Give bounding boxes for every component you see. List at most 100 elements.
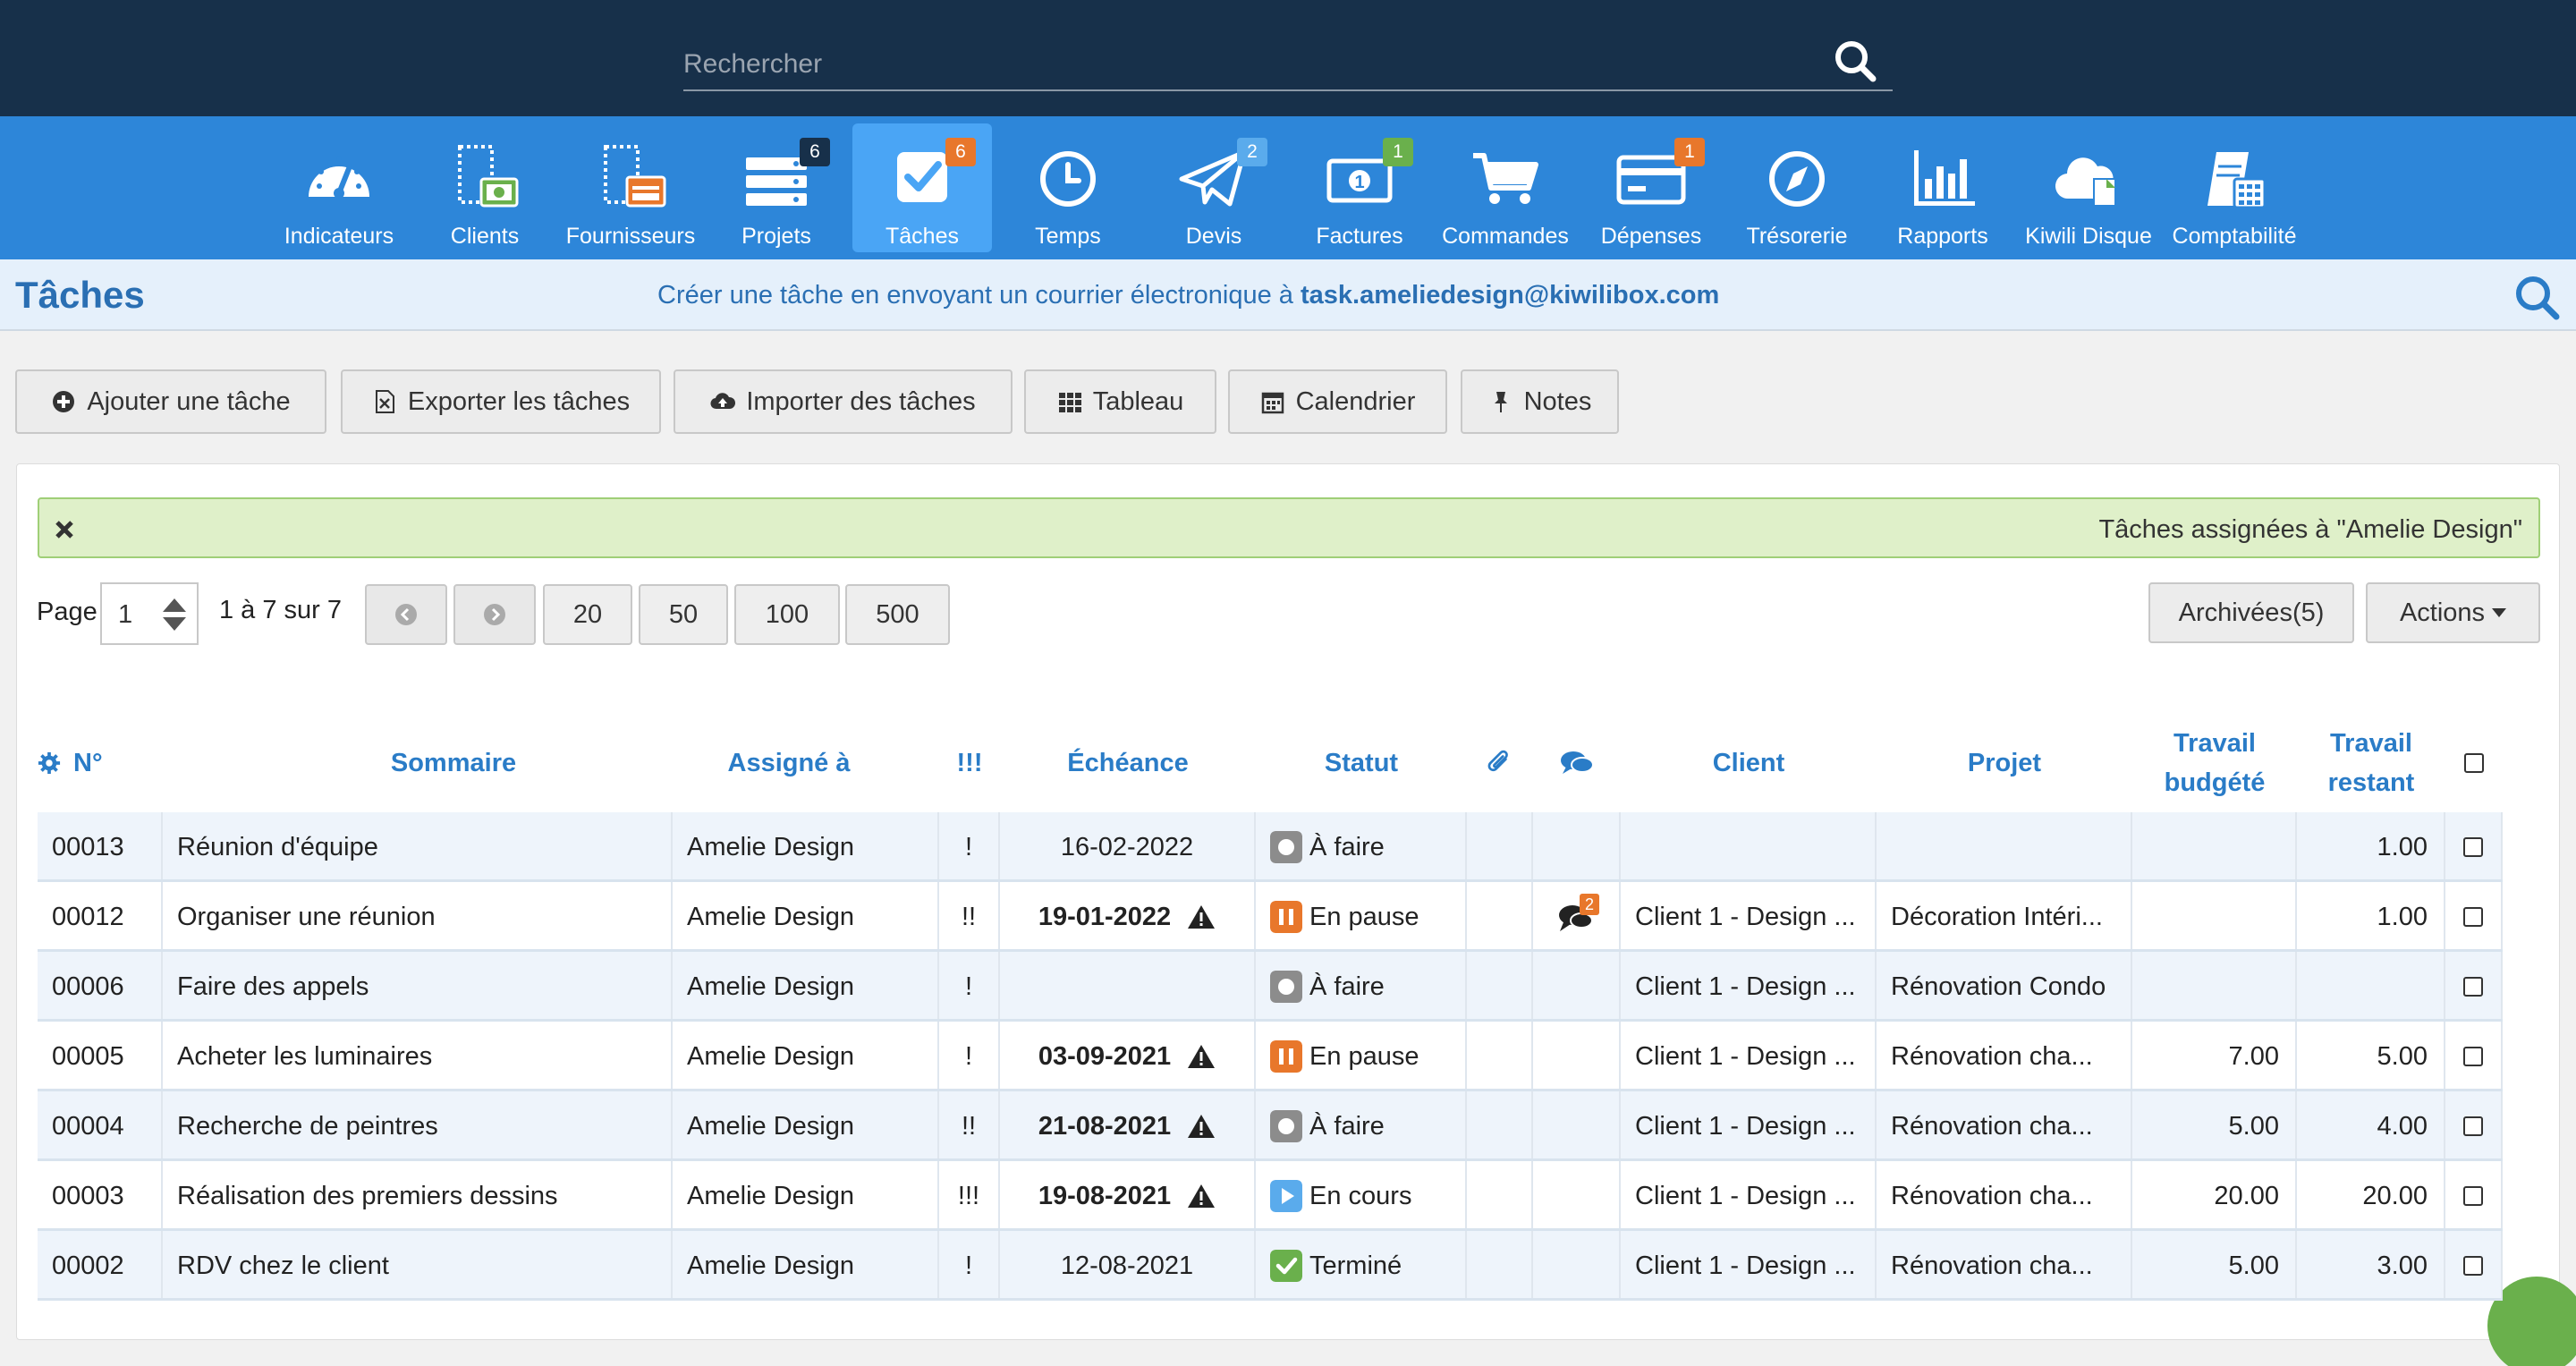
svg-text:1: 1: [1354, 173, 1364, 192]
cell-select[interactable]: [2445, 882, 2503, 952]
cell-assigned: Amelie Design: [673, 882, 939, 952]
calendar-view-button[interactable]: Calendrier: [1228, 369, 1447, 434]
row-checkbox[interactable]: [2463, 1256, 2483, 1276]
nav-item-quotes[interactable]: 2 Devis: [1144, 123, 1284, 252]
next-page-button[interactable]: [453, 584, 536, 645]
cell-summary[interactable]: Réunion d'équipe: [163, 812, 673, 882]
header-remaining-work-line1: Travail: [2330, 729, 2412, 758]
header-attachments[interactable]: [1467, 716, 1533, 810]
header-budgeted-work[interactable]: Travail budgété: [2132, 716, 2297, 810]
cell-select[interactable]: [2445, 1022, 2503, 1091]
email-hint-text: Créer une tâche en envoyant un courrier …: [657, 281, 1301, 310]
board-view-button[interactable]: Tableau: [1024, 369, 1216, 434]
cell-priority: !: [939, 1231, 1000, 1301]
archived-button[interactable]: Archivées(5): [2148, 582, 2354, 643]
cell-select[interactable]: [2445, 1091, 2503, 1161]
header-status[interactable]: Statut: [1256, 716, 1467, 810]
add-task-button[interactable]: Ajouter une tâche: [15, 369, 326, 434]
nav-item-projects[interactable]: 6 Projets: [707, 123, 846, 252]
task-email-address: task.ameliedesign@kiwilibox.com: [1301, 281, 1720, 310]
stepper-arrows-icon[interactable]: [161, 597, 188, 632]
header-number[interactable]: N°: [73, 716, 127, 810]
grid-icon: [1058, 393, 1081, 412]
export-tasks-button[interactable]: Exporter les tâches: [341, 369, 661, 434]
prev-page-button[interactable]: [365, 584, 447, 645]
nav-item-time[interactable]: Temps: [998, 123, 1138, 252]
accounting-icon: [2207, 152, 2267, 209]
cell-summary[interactable]: Réalisation des premiers dessins: [163, 1161, 673, 1231]
column-settings[interactable]: [38, 716, 64, 810]
header-assigned[interactable]: Assigné à: [673, 716, 905, 810]
select-all-checkbox[interactable]: [2445, 716, 2503, 810]
cell-comments: [1533, 1091, 1621, 1161]
header-due-date[interactable]: Échéance: [1000, 716, 1256, 810]
row-checkbox[interactable]: [2463, 837, 2483, 857]
nav-item-orders[interactable]: Commandes: [1436, 123, 1575, 252]
close-icon[interactable]: [52, 517, 77, 542]
header-comments[interactable]: [1533, 716, 1621, 810]
cell-select[interactable]: [2445, 812, 2503, 882]
search-icon[interactable]: [2510, 272, 2563, 322]
cell-comments[interactable]: 2: [1533, 882, 1621, 952]
add-task-label: Ajouter une tâche: [87, 386, 291, 416]
table-row[interactable]: 00004 Recherche de peintres Amelie Design!…: [38, 1091, 2503, 1161]
cell-project: Rénovation cha...: [1877, 1091, 2132, 1161]
cell-summary[interactable]: RDV chez le client: [163, 1231, 673, 1301]
cell-select[interactable]: [2445, 952, 2503, 1022]
due-date-text: 21-08-2021: [1038, 1111, 1172, 1141]
page-number-stepper[interactable]: 1: [100, 582, 199, 645]
table-row[interactable]: 00013 Réunion d'équipe Amelie Design! 16-02…: [38, 812, 2503, 882]
header-priority[interactable]: !!!: [939, 716, 1000, 810]
search-icon[interactable]: [1828, 36, 1882, 86]
checkbox[interactable]: [2464, 753, 2484, 773]
global-search-input[interactable]: [683, 45, 1801, 84]
page-size-20-button[interactable]: 20: [543, 584, 632, 645]
cell-remaining-work: 1.00: [2297, 882, 2445, 952]
page-size-500-button[interactable]: 500: [845, 584, 950, 645]
table-row[interactable]: 00012 Organiser une réunion Amelie Design!…: [38, 882, 2503, 952]
row-checkbox[interactable]: [2463, 907, 2483, 927]
nav-item-indicators[interactable]: Indicateurs: [269, 123, 409, 252]
board-view-label: Tableau: [1092, 386, 1184, 416]
cell-due-date: 12-08-2021: [1000, 1231, 1256, 1301]
header-summary[interactable]: Sommaire: [163, 716, 744, 810]
top-search-bar: [0, 0, 2576, 116]
nav-item-kiwili-disk[interactable]: Kiwili Disque: [2019, 123, 2158, 252]
nav-item-treasury[interactable]: Trésorerie: [1727, 123, 1867, 252]
row-checkbox[interactable]: [2463, 1186, 2483, 1206]
page-size-50-button[interactable]: 50: [639, 584, 728, 645]
row-checkbox[interactable]: [2463, 1047, 2483, 1066]
nav-item-tasks[interactable]: 6 Tâches: [852, 123, 992, 252]
cell-select[interactable]: [2445, 1231, 2503, 1301]
page-size-100-button[interactable]: 100: [734, 584, 840, 645]
nav-item-reports[interactable]: Rapports: [1873, 123, 2012, 252]
nav-item-expenses[interactable]: 1 Dépenses: [1581, 123, 1721, 252]
table-row[interactable]: 00002 RDV chez le client Amelie Design! 12-…: [38, 1231, 2503, 1301]
warning-icon: [1188, 1115, 1216, 1138]
active-filter: Tâches assignées à "Amelie Design": [38, 497, 2540, 558]
header-remaining-work[interactable]: Travail restant: [2297, 716, 2445, 810]
comments-indicator[interactable]: 2: [1556, 894, 1599, 935]
header-client[interactable]: Client: [1621, 716, 1877, 810]
import-tasks-button[interactable]: Importer des tâches: [674, 369, 1013, 434]
row-checkbox[interactable]: [2463, 1116, 2483, 1136]
nav-item-clients[interactable]: Clients: [415, 123, 555, 252]
nav-item-suppliers[interactable]: Fournisseurs: [561, 123, 700, 252]
notes-button[interactable]: Notes: [1461, 369, 1619, 434]
cell-summary[interactable]: Organiser une réunion: [163, 882, 673, 952]
table-row[interactable]: 00005 Acheter les luminaires Amelie Design…: [38, 1022, 2503, 1091]
cell-summary[interactable]: Faire des appels: [163, 952, 673, 1022]
header-project[interactable]: Projet: [1877, 716, 2132, 810]
header-budgeted-work-line2: budgété: [2164, 768, 2266, 797]
table-row[interactable]: 00006 Faire des appels Amelie Design! À fai…: [38, 952, 2503, 1022]
cell-select[interactable]: [2445, 1161, 2503, 1231]
cell-remaining-work: 4.00: [2297, 1091, 2445, 1161]
actions-dropdown[interactable]: Actions: [2366, 582, 2540, 643]
table-row[interactable]: 00003 Réalisation des premiers dessins Ame…: [38, 1161, 2503, 1231]
nav-item-accounting[interactable]: Comptabilité: [2165, 123, 2304, 252]
header-budgeted-work-line1: Travail: [2174, 729, 2256, 758]
row-checkbox[interactable]: [2463, 977, 2483, 997]
cell-summary[interactable]: Recherche de peintres: [163, 1091, 673, 1161]
nav-item-invoices[interactable]: 1 1 Factures: [1290, 123, 1429, 252]
cell-summary[interactable]: Acheter les luminaires: [163, 1022, 673, 1091]
